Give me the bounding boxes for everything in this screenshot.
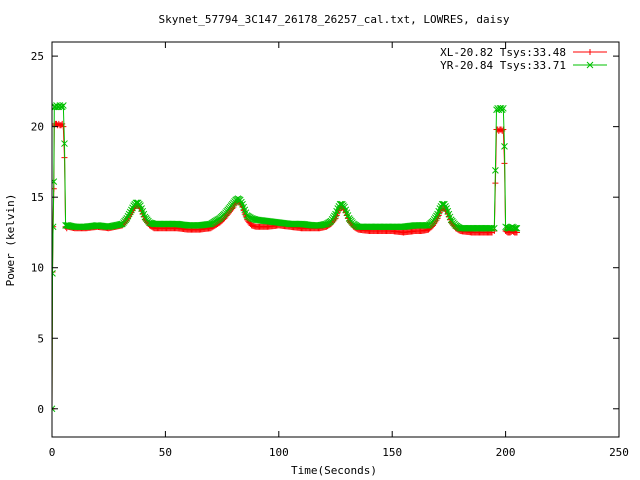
x-tick-label: 250 [609,446,629,459]
series-line [52,104,67,409]
x-tick-label: 150 [382,446,402,459]
x-axis-ticks: 0 50 100 150 200 250 [49,42,629,459]
y-axis-ticks: 0 5 10 15 20 25 [31,50,619,416]
x-tick-label: 0 [49,446,56,459]
legend-marker [587,49,593,55]
y-tick-label: 10 [31,262,44,275]
legend-label: XL-20.82 Tsys:33.48 [440,46,566,59]
y-tick-label: 5 [37,332,44,345]
y-axis-label: Power (kelvin) [4,194,17,287]
series-1 [52,120,520,412]
plot-frame [51,41,620,438]
y-tick-label: 20 [31,121,44,134]
y-tick-label: 15 [31,191,44,204]
series-2 [52,102,521,413]
chart: Skynet_57794_3C147_26178_26257_cal.txt, … [4,13,629,477]
x-tick-label: 100 [269,446,289,459]
chart-title: Skynet_57794_3C147_26178_26257_cal.txt, … [159,13,510,26]
y-tick-label: 0 [37,403,44,416]
plot-series-layer [52,102,521,413]
x-tick-label: 50 [159,446,172,459]
x-axis-label: Time(Seconds) [291,464,377,477]
legend-label: YR-20.84 Tsys:33.71 [440,59,566,72]
x-tick-label: 200 [496,446,516,459]
legend: XL-20.82 Tsys:33.48YR-20.84 Tsys:33.71 [440,46,607,72]
y-tick-label: 25 [31,50,44,63]
